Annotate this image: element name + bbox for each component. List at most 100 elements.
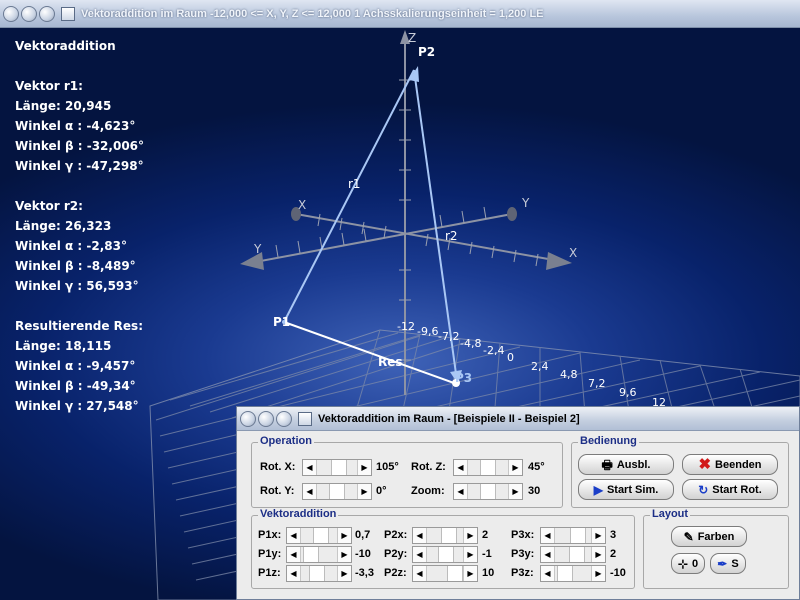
layout-group-label: Layout	[650, 508, 691, 520]
arrow-right-icon[interactable]: ▶	[464, 528, 477, 543]
layout-group: Layout ✎ Farben ⊹ 0 ✒ S	[643, 508, 789, 589]
arrow-right-icon[interactable]: ▶	[338, 528, 351, 543]
p2x-value: 2	[482, 529, 489, 541]
maximize-icon[interactable]	[39, 5, 55, 22]
arrow-right-icon[interactable]: ▶	[592, 528, 605, 543]
start-rot-button[interactable]: ↻ Start Rot.	[682, 479, 778, 500]
arrow-right-icon[interactable]: ▶	[358, 460, 371, 475]
zoom-slider[interactable]: ◀ ▶	[453, 483, 523, 500]
arrow-right-icon[interactable]: ▶	[464, 566, 477, 581]
close-x-icon: ✖	[698, 456, 712, 473]
p2x-label: P2x:	[384, 529, 408, 541]
tick-label: -4,8	[460, 337, 481, 350]
r2-length: Länge: 26,323	[15, 219, 112, 233]
y-axis	[249, 213, 513, 264]
dialog-window-controls	[240, 410, 292, 427]
tick-label: -12	[397, 320, 415, 333]
reset-zero-button[interactable]: ⊹ 0	[671, 553, 705, 574]
rot-z-slider[interactable]: ◀ ▶	[453, 459, 523, 476]
vektoraddition-group-label: Vektoraddition	[258, 508, 339, 520]
tick-label: 0	[507, 351, 514, 364]
arrow-left-icon[interactable]: ◀	[413, 528, 426, 543]
start-sim-button[interactable]: ▶ Start Sim.	[578, 479, 674, 500]
p3x-slider[interactable]: ◀ ▶	[540, 527, 606, 544]
p1y-slider[interactable]: ◀ ▶	[286, 546, 352, 563]
arrow-right-icon[interactable]: ▶	[338, 566, 351, 581]
bedienung-group: Bedienung 🖶 Ausbl. ✖ Beenden ▶ Start Sim…	[571, 435, 789, 508]
close-icon[interactable]	[240, 410, 256, 427]
arrow-left-icon[interactable]: ◀	[287, 547, 300, 562]
main-title-bar: Vektoraddition im Raum -12,000 <= X, Y, …	[0, 0, 800, 28]
operation-group: Operation Rot. X: ◀ ▶ 105° Rot. Z: ◀ ▶ 4…	[251, 435, 563, 508]
arrow-right-icon[interactable]: ▶	[338, 547, 351, 562]
arrow-left-icon[interactable]: ◀	[303, 484, 316, 499]
tick-label: -2,4	[483, 344, 504, 357]
y-axis-front-label: Y	[253, 242, 262, 256]
p3y-label: P3y:	[511, 548, 535, 560]
p1z-slider[interactable]: ◀ ▶	[286, 565, 352, 582]
arrow-left-icon[interactable]: ◀	[413, 566, 426, 581]
axis-ticks	[275, 79, 539, 361]
arrow-left-icon[interactable]: ◀	[303, 460, 316, 475]
info-panel: Vektoraddition Vektor r1: Länge: 20,945 …	[15, 36, 144, 416]
p2z-slider[interactable]: ◀ ▶	[412, 565, 478, 582]
tick-label: 4,8	[560, 368, 578, 381]
p3y-value: 2	[610, 548, 617, 560]
r1-alpha: Winkel α : -4,623°	[15, 119, 136, 133]
tick-label: 9,6	[619, 386, 637, 399]
arrow-left-icon[interactable]: ◀	[541, 528, 554, 543]
p2y-slider[interactable]: ◀ ▶	[412, 546, 478, 563]
rot-y-slider[interactable]: ◀ ▶	[302, 483, 372, 500]
vektoraddition-group: Vektoraddition P1x: ◀ ▶ 0,7 P1y: ◀ ▶ -10…	[251, 508, 635, 589]
arrow-left-icon[interactable]: ◀	[287, 566, 300, 581]
tick-label: 2,4	[531, 360, 549, 373]
arrow-left-icon[interactable]: ◀	[454, 484, 467, 499]
arrow-left-icon[interactable]: ◀	[454, 460, 467, 475]
p3y-slider[interactable]: ◀ ▶	[540, 546, 606, 563]
r1-label: r1	[348, 177, 361, 191]
farben-button[interactable]: ✎ Farben	[671, 526, 747, 547]
operation-group-label: Operation	[258, 435, 314, 447]
arrow-right-icon[interactable]: ▶	[592, 566, 605, 581]
arrow-right-icon[interactable]: ▶	[509, 484, 522, 499]
arrow-right-icon[interactable]: ▶	[358, 484, 371, 499]
p2x-slider[interactable]: ◀ ▶	[412, 527, 478, 544]
ausbl-button[interactable]: 🖶 Ausbl.	[578, 454, 674, 475]
x-axis-back-label: X	[298, 198, 306, 212]
window-controls	[3, 5, 55, 22]
play-icon: ▶	[593, 482, 603, 497]
pen-icon: ✒	[717, 556, 728, 571]
arrow-right-icon[interactable]: ▶	[509, 460, 522, 475]
tick-label: 7,2	[588, 377, 606, 390]
arrow-left-icon[interactable]: ◀	[413, 547, 426, 562]
dialog-app-icon	[298, 411, 312, 426]
arrow-left-icon[interactable]: ◀	[541, 547, 554, 562]
arrow-left-icon[interactable]: ◀	[541, 566, 554, 581]
rot-x-slider[interactable]: ◀ ▶	[302, 459, 372, 476]
close-icon[interactable]	[3, 5, 19, 22]
r2-alpha: Winkel α : -2,83°	[15, 239, 127, 253]
window-title: Vektoraddition im Raum -12,000 <= X, Y, …	[81, 7, 544, 20]
minimize-icon[interactable]	[258, 410, 274, 427]
s-button[interactable]: ✒ S	[710, 553, 746, 574]
arrow-left-icon[interactable]: ◀	[287, 528, 300, 543]
dialog-title-bar[interactable]: Vektoraddition im Raum - [Beispiele II -…	[237, 407, 799, 431]
rot-y-label: Rot. Y:	[260, 485, 295, 497]
maximize-icon[interactable]	[276, 410, 292, 427]
r2-title: Vektor r2:	[15, 199, 83, 213]
bedienung-group-label: Bedienung	[578, 435, 639, 447]
y-axis-back-label: Y	[521, 196, 530, 210]
p3-label: P3	[455, 371, 472, 385]
minimize-icon[interactable]	[21, 5, 37, 22]
z-axis-label: Z	[408, 31, 416, 45]
p1z-label: P1z:	[258, 567, 281, 579]
p1x-slider[interactable]: ◀ ▶	[286, 527, 352, 544]
beenden-button[interactable]: ✖ Beenden	[682, 454, 778, 475]
arrow-right-icon[interactable]: ▶	[464, 547, 477, 562]
rotate-icon: ↻	[698, 482, 709, 497]
arrow-right-icon[interactable]: ▶	[592, 547, 605, 562]
printer-icon: 🖶	[601, 457, 613, 472]
rot-x-label: Rot. X:	[260, 461, 296, 473]
p3z-slider[interactable]: ◀ ▶	[540, 565, 606, 582]
res-label: Res	[378, 355, 403, 369]
